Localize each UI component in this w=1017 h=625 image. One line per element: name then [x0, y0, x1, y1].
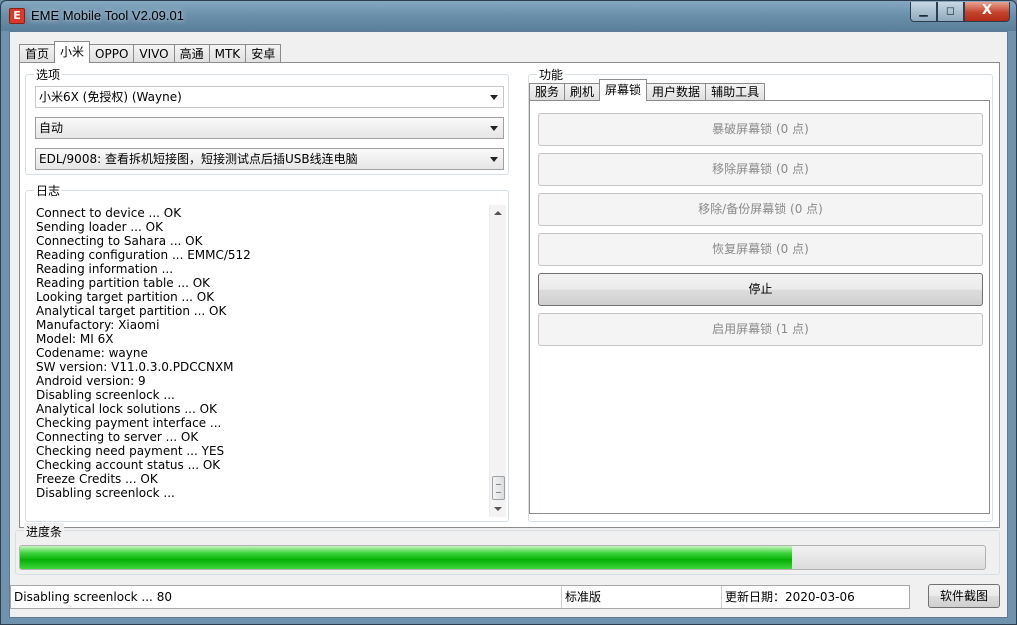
chevron-down-icon	[490, 95, 498, 100]
log-line: Freeze Credits ... OK	[36, 472, 158, 486]
log-line: Connecting to Sahara ... OK	[36, 234, 203, 248]
port-select-value: EDL/9008: 查看拆机短接图，短接测试点后插USB线连电脑	[39, 152, 358, 166]
status-bar: Disabling screenlock ... 80 标准版 更新日期：202…	[10, 585, 910, 609]
log-textbox[interactable]: Connect to device ... OK Sending loader .…	[34, 205, 506, 517]
progress-fill	[20, 546, 792, 569]
tab-oppo[interactable]: OPPO	[89, 44, 135, 63]
tab-mtk[interactable]: MTK	[208, 44, 247, 63]
port-select[interactable]: EDL/9008: 查看拆机短接图，短接测试点后插USB线连电脑	[35, 148, 504, 170]
mode-select-value: 自动	[39, 121, 64, 135]
tab-vivo[interactable]: VIVO	[133, 44, 175, 63]
tab-flash[interactable]: 刷机	[564, 83, 601, 101]
log-line: Reading partition table ... OK	[36, 276, 211, 290]
log-line: Checking account status ... OK	[36, 458, 221, 472]
tab-xiaomi[interactable]: 小米	[54, 41, 91, 63]
xiaomi-tab-panel: 选项 小米6X (免授权) (Wayne) 自动 EDL/9008: 查看拆机短…	[19, 62, 1000, 528]
function-tab-strip: 服务 刷机 屏幕锁 用户数据 辅助工具	[529, 79, 766, 101]
scroll-thumb[interactable]	[492, 476, 505, 500]
app-logo-icon: E	[9, 8, 25, 24]
app-window: E EME Mobile Tool V2.09.01 ▁ ◻ X 首页 小米 O…	[0, 0, 1017, 625]
close-button[interactable]: X	[964, 2, 1010, 22]
tab-service[interactable]: 服务	[529, 83, 566, 101]
chevron-down-icon	[490, 126, 498, 131]
progress-group: 进度条	[15, 523, 1000, 575]
model-select-value: 小米6X (免授权) (Wayne)	[39, 90, 182, 104]
log-line: Checking payment interface ...	[36, 416, 222, 430]
options-group: 选项 小米6X (免授权) (Wayne) 自动 EDL/9008: 查看拆机短…	[25, 66, 509, 175]
minimize-button[interactable]: ▁	[910, 2, 937, 22]
model-select[interactable]: 小米6X (免授权) (Wayne)	[35, 86, 504, 108]
log-line: Analytical lock solutions ... OK	[36, 402, 217, 416]
log-line: Analytical target partition ... OK	[36, 304, 227, 318]
chevron-down-icon	[490, 157, 498, 162]
log-line: Model: MI 6X	[36, 332, 114, 346]
progress-bar	[19, 545, 986, 570]
log-group-label: 日志	[34, 182, 63, 199]
restore-screenlock-button[interactable]: 恢复屏幕锁 (0 点)	[538, 233, 983, 266]
title-bar[interactable]: E EME Mobile Tool V2.09.01 ▁ ◻ X	[1, 1, 1016, 31]
tab-home[interactable]: 首页	[19, 44, 56, 63]
log-scrollbar[interactable]	[489, 205, 506, 517]
tab-user-data[interactable]: 用户数据	[646, 83, 707, 101]
mode-select[interactable]: 自动	[35, 117, 504, 139]
scroll-up-icon[interactable]	[494, 211, 502, 215]
log-line: Android version: 9	[36, 374, 146, 388]
tab-qualcomm[interactable]: 高通	[173, 44, 210, 63]
log-line: Looking target partition ... OK	[36, 290, 215, 304]
log-line: Connect to device ... OK	[36, 206, 182, 220]
tab-android[interactable]: 安卓	[245, 44, 282, 63]
log-line: Disabling screenlock ...	[36, 486, 175, 500]
window-title: EME Mobile Tool V2.09.01	[31, 8, 184, 23]
brute-force-screenlock-button[interactable]: 暴破屏幕锁 (0 点)	[538, 113, 983, 146]
functions-group: 功能 服务 刷机 屏幕锁 用户数据 辅助工具 暴破屏幕锁 (0 点) 移除屏幕锁…	[528, 66, 993, 522]
enable-screenlock-button[interactable]: 启用屏幕锁 (1 点)	[538, 313, 983, 346]
log-line: Connecting to server ... OK	[36, 430, 199, 444]
log-line: Reading information ...	[36, 262, 174, 276]
log-line: Codename: wayne	[36, 346, 148, 360]
scroll-down-icon[interactable]	[494, 507, 502, 511]
log-line: Manufactory: Xiaomi	[36, 318, 160, 332]
log-line: Sending loader ... OK	[36, 220, 163, 234]
log-lines: Connect to device ... OK Sending loader .…	[36, 206, 491, 500]
status-message: Disabling screenlock ... 80	[11, 586, 562, 608]
progress-group-label: 进度条	[24, 523, 65, 540]
log-line: SW version: V11.0.3.0.PDCCNXM	[36, 360, 234, 374]
window-controls: ▁ ◻ X	[910, 2, 1010, 22]
log-group: 日志 Connect to device ... OK Sending loade…	[25, 182, 509, 522]
update-date: 更新日期：2020-03-06	[725, 590, 855, 604]
log-line: Disabling screenlock ...	[36, 388, 175, 402]
top-tab-strip: 首页 小米 OPPO VIVO 高通 MTK 安卓	[19, 41, 282, 63]
tab-screenlock[interactable]: 屏幕锁	[599, 79, 648, 101]
edition-label: 标准版	[562, 586, 722, 608]
options-group-label: 选项	[34, 66, 63, 83]
log-line: Reading configuration ... EMMC/512	[36, 248, 251, 262]
remove-screenlock-button[interactable]: 移除屏幕锁 (0 点)	[538, 153, 983, 186]
maximize-button[interactable]: ◻	[937, 2, 964, 22]
tab-tools[interactable]: 辅助工具	[705, 83, 766, 101]
client-area: 首页 小米 OPPO VIVO 高通 MTK 安卓 选项 小米6X (免授权) …	[9, 31, 1008, 618]
screenlock-panel: 暴破屏幕锁 (0 点) 移除屏幕锁 (0 点) 移除/备份屏幕锁 (0 点) 恢…	[529, 100, 990, 514]
remove-backup-screenlock-button[interactable]: 移除/备份屏幕锁 (0 点)	[538, 193, 983, 226]
screenshot-button[interactable]: 软件截图	[928, 584, 1000, 608]
log-line: Checking need payment ... YES	[36, 444, 225, 458]
stop-button[interactable]: 停止	[538, 273, 983, 306]
